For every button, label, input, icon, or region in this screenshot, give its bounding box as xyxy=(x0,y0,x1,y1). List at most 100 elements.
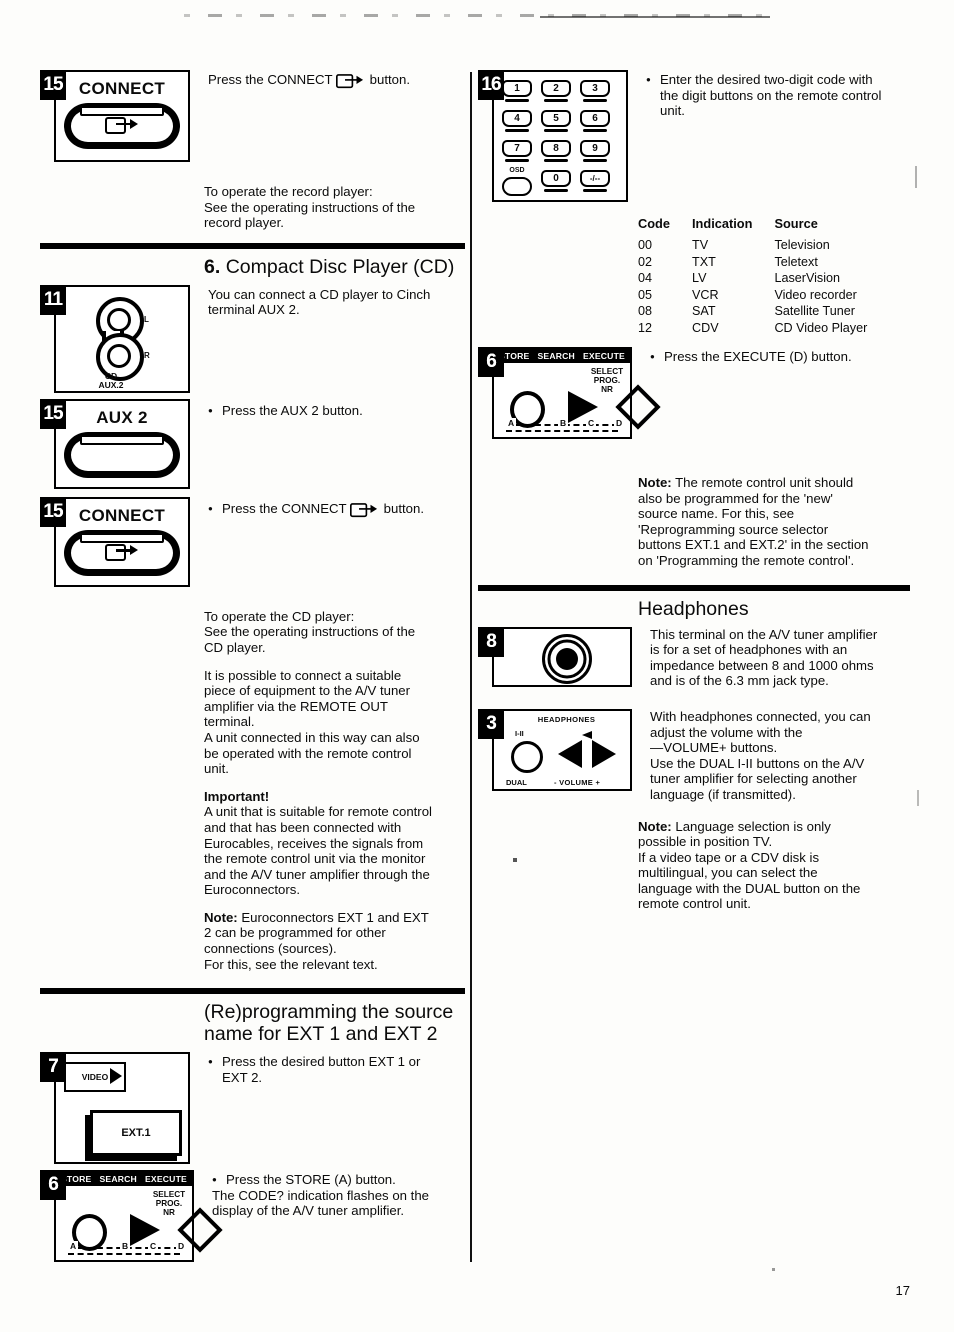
column-header-source: Source xyxy=(774,216,818,231)
keypad-key-6[interactable]: 6 xyxy=(580,110,610,132)
scan-speck xyxy=(917,790,919,806)
keypad-key-7[interactable]: 7 xyxy=(502,140,532,162)
keypad-key-9[interactable]: 9 xyxy=(580,140,610,162)
dual-volume-panel: HEADPHONES I-II DUAL - VOLUME + xyxy=(494,711,639,793)
cell-source: Satellite Tuner xyxy=(774,304,855,318)
volume-up-button[interactable] xyxy=(592,739,616,768)
cell-source: Video recorder xyxy=(774,287,857,302)
figure-video-ext: 7 VIDEO EXT.1 xyxy=(40,1052,190,1165)
cell-source: Television xyxy=(774,238,830,252)
ext-display-box: EXT.1 xyxy=(90,1110,182,1157)
remote-out-note: It is possible to connect a suitable pie… xyxy=(204,667,420,777)
video-button[interactable]: VIDEO xyxy=(64,1062,126,1093)
connect-key-label: CONNECT xyxy=(78,79,166,98)
step-headphone-jack: 8 This terminal on the A/V tuner amplifi… xyxy=(478,626,910,701)
aux2-key-label: AUX 2 xyxy=(96,407,148,427)
cell-code: 08 xyxy=(638,304,653,318)
section-divider xyxy=(40,988,465,995)
keypad-key-2[interactable]: 2 xyxy=(541,80,571,102)
cell-indication: SAT xyxy=(692,304,716,318)
abcd-strip: A B C D xyxy=(500,418,625,434)
section-heading-cd: 6. Compact Disc Player (CD) xyxy=(204,255,455,278)
headphone-jack-icon xyxy=(494,629,639,689)
execute-note: Note: The remote control unit should als… xyxy=(638,475,869,568)
keypad-key-osd[interactable]: OSD xyxy=(502,167,532,196)
figure-store-panel: 6 STORE SEARCH EXECUTE SELECT PROG. NR A… xyxy=(40,1170,223,1263)
keypad-key-5[interactable]: 5 xyxy=(541,110,571,132)
jack-caption: CD AUX.2 xyxy=(98,370,124,391)
step-badge: 6 xyxy=(40,1170,66,1201)
volume-down-button[interactable] xyxy=(558,739,582,768)
column-header-indication: Indication xyxy=(692,216,753,231)
important-heading: Important! xyxy=(204,788,270,804)
cell-code: 00 xyxy=(638,238,653,252)
connect-key-label: CONNECT xyxy=(78,505,166,525)
step-badge: 3 xyxy=(478,708,504,739)
headphones-note: Note: Language selection is only possibl… xyxy=(638,818,861,912)
step-badge: 15 xyxy=(40,398,66,429)
speaker-icon xyxy=(582,730,592,739)
table-row: 08 SAT Satellite Tuner xyxy=(638,304,889,321)
play-arrow-icon xyxy=(110,1068,122,1085)
step-connect-record: 15 CONNECT Press the CONNECT button. xyxy=(40,70,465,162)
figure-dual-volume: 3 HEADPHONES I-II DUAL - VOLUME + xyxy=(478,708,632,791)
dual-knob[interactable] xyxy=(511,740,543,773)
step-badge: 15 xyxy=(40,70,66,100)
step-connect-cd: 15 CONNECT Press the CONNECT button. xyxy=(40,496,465,587)
cell-code: 05 xyxy=(638,287,653,302)
keypad-key-8[interactable]: 8 xyxy=(541,140,571,162)
euroconnector-note: Note: Euroconnectors EXT 1 and EXT 2 can… xyxy=(204,909,429,972)
section-heading-headphones: Headphones xyxy=(638,597,749,620)
cell-code: 04 xyxy=(638,271,653,285)
page-number: 17 xyxy=(895,1283,910,1298)
important-body: A unit that is suitable for remote contr… xyxy=(204,804,432,898)
scan-speck xyxy=(772,1268,775,1271)
cinch-jack-panel: L R CD AUX.2 xyxy=(56,287,196,395)
abcd-strip: A B C D xyxy=(62,1241,187,1257)
table-row: 12 CDV CD Video Player xyxy=(638,321,889,338)
step-store: 6 STORE SEARCH EXECUTE SELECT PROG. NR A… xyxy=(40,1170,465,1263)
ext-instruction: Press the desired button EXT 1 or EXT 2. xyxy=(208,1054,465,1085)
connect-softkey[interactable] xyxy=(64,529,180,576)
record-player-note: To operate the record player: See the op… xyxy=(204,184,416,231)
keypad-key-3[interactable]: 3 xyxy=(580,80,610,102)
scan-speck xyxy=(915,166,917,188)
step-keypad: 16 1 2 3 4 5 6 7 8 9 OSD 0 -/-- ● Enter … xyxy=(478,70,910,202)
store-instruction: Press the STORE (A) button. xyxy=(212,1172,465,1188)
step-cd-jacks: 11 L R CD AUX.2 You can connect a CD pla… xyxy=(40,284,465,395)
step-badge: 11 xyxy=(40,284,66,315)
cell-source: LaserVision xyxy=(774,271,841,285)
section-divider xyxy=(40,242,465,249)
cell-indication: TV xyxy=(692,238,709,252)
keypad-key-0[interactable]: 0 xyxy=(541,170,571,192)
step-execute: 6 STORE SEARCH EXECUTE SELECT PROG. NR A… xyxy=(478,347,910,439)
headphone-jack-text: This terminal on the A/V tuner amplifier… xyxy=(650,626,878,689)
table-row: 02 TXT Teletext xyxy=(638,255,889,272)
column-divider xyxy=(470,72,472,1262)
keypad-key-1[interactable]: 1 xyxy=(502,80,532,102)
figure-connect-button-cd: 15 CONNECT xyxy=(40,496,190,587)
search-label: SEARCH xyxy=(537,351,575,361)
select-prog-nr-label: SELECT PROG. NR xyxy=(152,1190,186,1218)
cell-indication: CDV xyxy=(692,320,719,335)
cell-indication: LV xyxy=(692,271,707,285)
step-dual-volume: 3 HEADPHONES I-II DUAL - VOLUME + With h… xyxy=(478,708,910,815)
aux2-softkey[interactable] xyxy=(64,431,180,478)
manual-page: 15 CONNECT Press the CONNECT button. To … xyxy=(0,0,954,1332)
dual-volume-text: With headphones connected, you can adjus… xyxy=(650,708,871,802)
cell-code: 02 xyxy=(638,254,653,269)
table-row: 04 LV LaserVision xyxy=(638,271,889,288)
right-column: 16 1 2 3 4 5 6 7 8 9 OSD 0 -/-- ● Enter … xyxy=(478,70,910,924)
scan-speck xyxy=(513,858,517,862)
connect-icon xyxy=(64,116,180,135)
connect-instruction: Press the CONNECT button. xyxy=(190,70,465,100)
connect-icon-inline xyxy=(350,502,378,517)
step-select-ext: 7 VIDEO EXT.1 Press the desired button E… xyxy=(40,1052,465,1165)
connect-softkey[interactable] xyxy=(64,103,180,149)
dual-mode-label: I-II xyxy=(515,728,524,738)
column-header-code: Code xyxy=(638,216,670,231)
cell-code: 12 xyxy=(638,320,653,335)
keypad-key-4[interactable]: 4 xyxy=(502,110,532,132)
panel-header-bar: STORE SEARCH EXECUTE xyxy=(494,349,630,363)
keypad-key-dash[interactable]: -/-- xyxy=(580,170,610,192)
